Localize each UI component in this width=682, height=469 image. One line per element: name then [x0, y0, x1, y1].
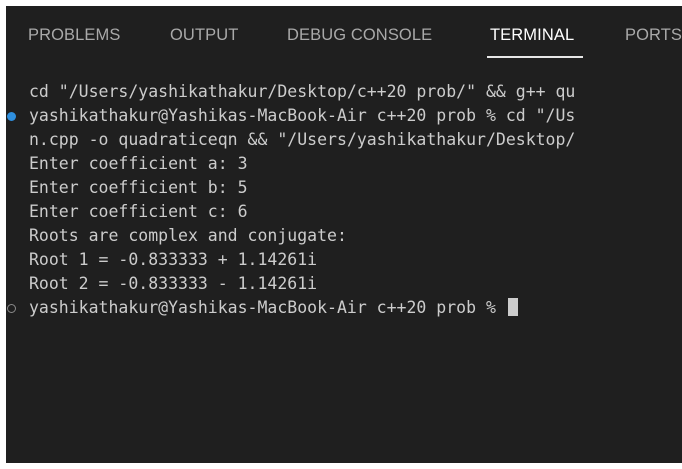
block-cursor-icon — [507, 298, 518, 316]
terminal-line: Enter coefficient c: 6 — [29, 202, 248, 221]
terminal-panel: PROBLEMS OUTPUT DEBUG CONSOLE TERMINAL P… — [6, 6, 682, 463]
terminal-line: Enter coefficient b: 5 — [29, 178, 248, 197]
tab-problems[interactable]: PROBLEMS — [28, 26, 121, 45]
command-success-icon[interactable] — [7, 112, 16, 121]
terminal-prompt-line: yashikathakur@Yashikas-MacBook-Air c++20… — [29, 298, 518, 318]
terminal-line: Roots are complex and conjugate: — [29, 226, 347, 245]
tab-debug-console[interactable]: DEBUG CONSOLE — [287, 26, 432, 45]
terminal-line: Root 2 = -0.833333 - 1.14261i — [29, 274, 318, 293]
active-tab-indicator — [487, 56, 583, 58]
terminal-line: Root 1 = -0.833333 + 1.14261i — [29, 250, 318, 269]
terminal-prompt: yashikathakur@Yashikas-MacBook-Air c++20… — [29, 298, 506, 317]
terminal-line: n.cpp -o quadraticeqn && "/Users/yashika… — [29, 130, 576, 149]
tab-terminal[interactable]: TERMINAL — [490, 26, 574, 45]
terminal-line: yashikathakur@Yashikas-MacBook-Air c++20… — [29, 106, 576, 125]
terminal-line: cd "/Users/yashikathakur/Desktop/c++20 p… — [29, 82, 576, 101]
tab-output[interactable]: OUTPUT — [170, 26, 238, 45]
command-pending-icon[interactable] — [7, 304, 16, 313]
tab-ports[interactable]: PORTS — [625, 26, 682, 45]
terminal-line: Enter coefficient a: 3 — [29, 154, 248, 173]
panel-tab-bar: PROBLEMS OUTPUT DEBUG CONSOLE TERMINAL P… — [6, 6, 682, 64]
